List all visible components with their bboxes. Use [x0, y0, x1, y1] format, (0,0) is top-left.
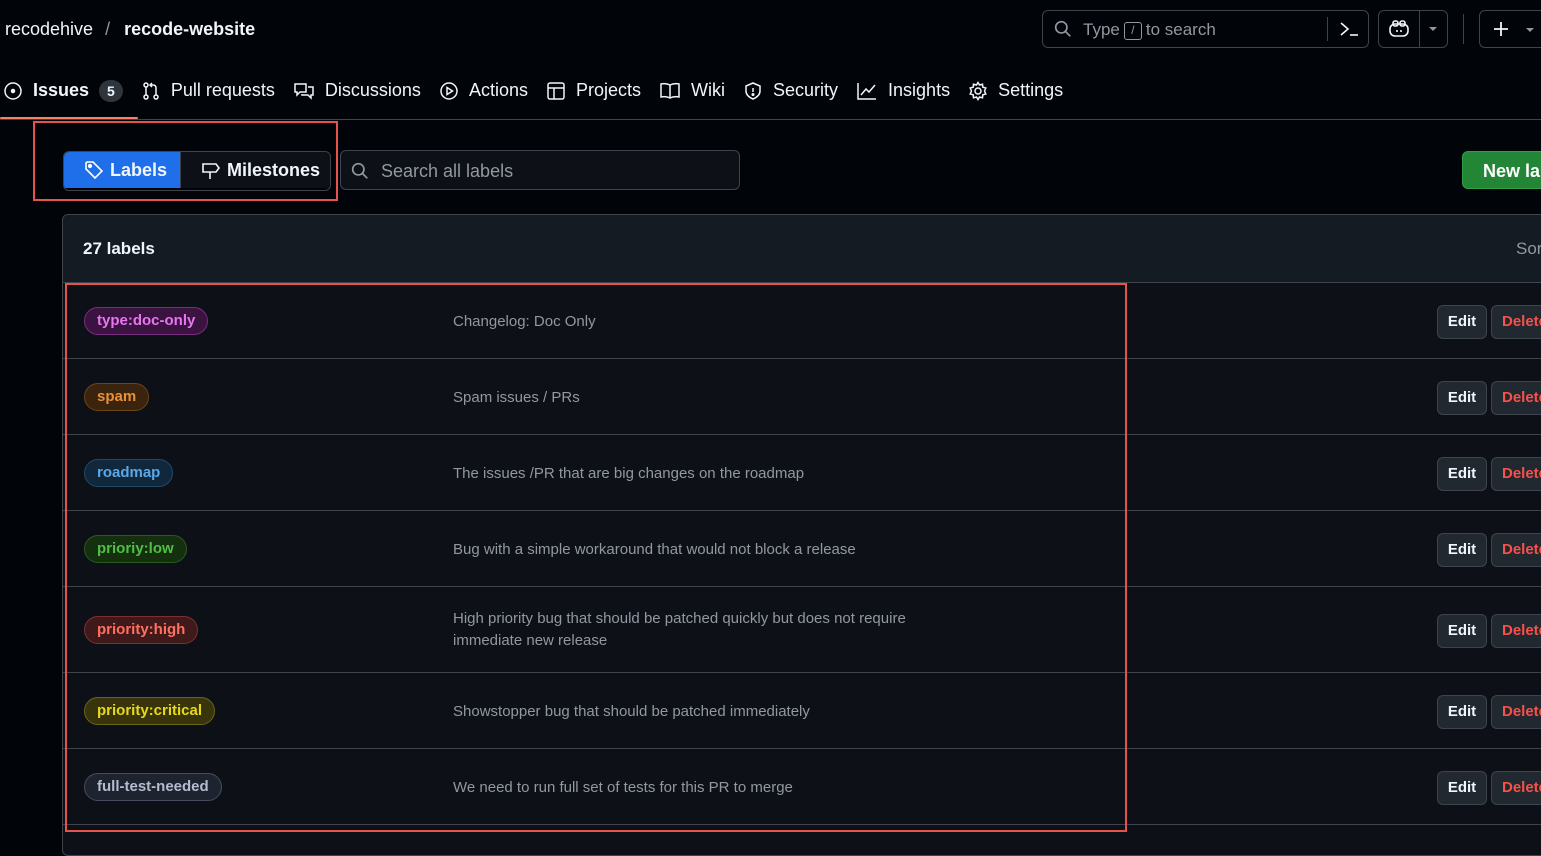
new-label-button[interactable]: New label [1462, 151, 1541, 189]
tab-discussions[interactable]: Discussions [290, 72, 436, 109]
label-search-input[interactable]: Search all labels [340, 150, 740, 190]
search-icon [351, 162, 368, 179]
edit-label-button[interactable]: Edit [1437, 305, 1487, 339]
breadcrumb-repo-link[interactable]: recode-website [124, 19, 255, 40]
breadcrumb-owner-link[interactable]: recodehive [5, 19, 93, 40]
tab-pull-requests-label: Pull requests [170, 80, 275, 100]
search-icon [1054, 20, 1071, 37]
milestones-tab-button[interactable]: Milestones [180, 152, 330, 188]
delete-label-button[interactable]: Delete [1491, 695, 1541, 729]
issues-count-badge: 5 [99, 79, 123, 102]
sort-button[interactable]: Sort [1516, 239, 1541, 259]
edit-label-button[interactable]: Edit [1437, 614, 1487, 648]
tab-issues-label: Issues [33, 80, 90, 100]
search-suffix-text: to search [1145, 20, 1216, 39]
search-prefix-text: Type [1083, 20, 1120, 39]
tab-pull-requests[interactable]: Pull requests [138, 72, 290, 109]
table-icon [547, 81, 565, 100]
search-divider [1327, 17, 1328, 41]
breadcrumb: recodehive / recode-website [5, 19, 255, 40]
git-pull-request-icon [143, 81, 159, 100]
plus-icon [1494, 22, 1508, 36]
tab-projects[interactable]: Projects [543, 72, 656, 109]
edit-label-button[interactable]: Edit [1437, 695, 1487, 729]
tab-projects-label: Projects [575, 80, 641, 100]
repo-nav: Issues 5 Pull requests Discussions Actio… [0, 72, 1078, 119]
tab-actions[interactable]: Actions [436, 72, 543, 109]
labels-count: 27 labels [83, 239, 155, 258]
delete-label-button[interactable]: Delete [1491, 533, 1541, 567]
highlight-box-labels [65, 283, 1127, 832]
tab-security-label: Security [773, 80, 839, 100]
breadcrumb-separator: / [105, 19, 111, 39]
copilot-icon [1389, 20, 1409, 37]
shield-icon [745, 81, 761, 100]
copilot-divider [1419, 11, 1420, 47]
delete-label-button[interactable]: Delete [1491, 771, 1541, 805]
create-new-button[interactable] [1479, 10, 1541, 48]
labels-tab-button[interactable]: Labels [64, 152, 180, 188]
edit-label-button[interactable]: Edit [1437, 533, 1487, 567]
chevron-down-icon[interactable] [1427, 24, 1439, 34]
labels-tab-label: Labels [110, 159, 168, 180]
graph-icon [857, 82, 877, 100]
delete-label-button[interactable]: Delete [1491, 457, 1541, 491]
search-shortcut-key: / [1123, 22, 1142, 40]
tab-discussions-label: Discussions [324, 80, 421, 100]
app-header: recodehive / recode-website Type / to sear… [0, 0, 1541, 120]
label-search-placeholder: Search all labels [381, 161, 514, 181]
milestones-tab-label: Milestones [227, 159, 321, 180]
edit-label-button[interactable]: Edit [1437, 381, 1487, 415]
delete-label-button[interactable]: Delete [1491, 381, 1541, 415]
milestone-icon [202, 163, 220, 179]
gear-icon [969, 80, 987, 101]
issue-opened-icon [4, 81, 22, 100]
global-search-placeholder: Type / to search [1083, 20, 1216, 40]
tab-security[interactable]: Security [740, 72, 853, 109]
tag-icon [85, 161, 104, 180]
tab-wiki-label: Wiki [691, 80, 725, 100]
header-divider [1463, 14, 1464, 44]
labels-list-header: 27 labels Sort [63, 215, 1541, 283]
command-palette-icon[interactable] [1338, 19, 1360, 39]
delete-label-button[interactable]: Delete [1491, 305, 1541, 339]
play-icon [440, 81, 458, 100]
comment-discussion-icon [294, 82, 314, 100]
copilot-button[interactable] [1378, 10, 1448, 48]
tab-insights-label: Insights [888, 80, 951, 100]
edit-label-button[interactable]: Edit [1437, 457, 1487, 491]
edit-label-button[interactable]: Edit [1437, 771, 1487, 805]
labels-milestones-toggle: Labels Milestones [63, 151, 331, 191]
tab-actions-label: Actions [468, 80, 528, 100]
tab-wiki[interactable]: Wiki [656, 72, 740, 109]
global-search-input[interactable]: Type / to search [1042, 10, 1369, 48]
tab-settings[interactable]: Settings [965, 72, 1078, 109]
delete-label-button[interactable]: Delete [1491, 614, 1541, 648]
chevron-down-icon [1526, 28, 1534, 32]
tab-settings-label: Settings [998, 80, 1064, 100]
tab-insights[interactable]: Insights [853, 72, 965, 109]
tab-issues[interactable]: Issues 5 [0, 72, 138, 119]
book-icon [660, 82, 680, 99]
